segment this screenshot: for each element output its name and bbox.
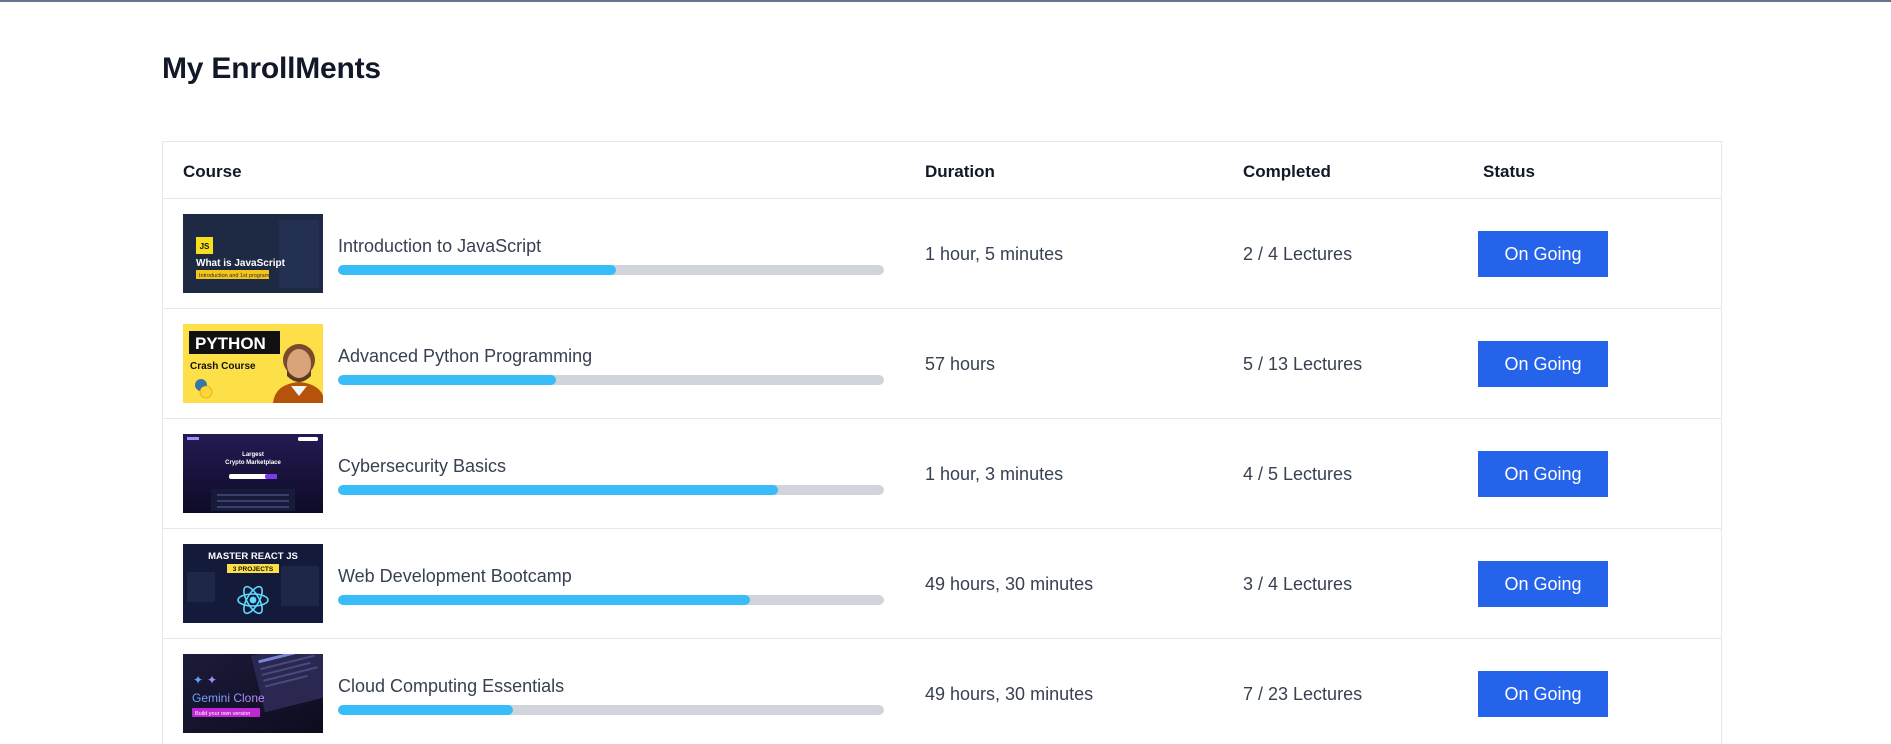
lectures-completed: 4 / 5 Lectures <box>1243 464 1353 484</box>
svg-text:✦: ✦ <box>193 673 203 687</box>
svg-text:Gemini Clone: Gemini Clone <box>192 691 265 705</box>
status-button[interactable]: On Going <box>1478 671 1608 717</box>
course-duration: 57 hours <box>925 354 996 374</box>
table-row: ✦ ✦ Gemini Clone Build your own version … <box>163 639 1721 744</box>
table-row: MASTER REACT JS 3 PROJECTS Web Developme… <box>163 529 1721 639</box>
progress-fill <box>338 485 778 495</box>
course-duration: 1 hour, 3 minutes <box>925 464 1064 484</box>
lectures-completed: 3 / 4 Lectures <box>1243 574 1353 594</box>
course-duration: 49 hours, 30 minutes <box>925 574 1094 594</box>
enrollments-table: Course Duration Completed Status JS What… <box>162 141 1722 744</box>
course-thumbnail[interactable]: ✦ ✦ Gemini Clone Build your own version <box>183 654 323 733</box>
svg-text:Largest: Largest <box>242 452 264 458</box>
status-button[interactable]: On Going <box>1478 231 1608 277</box>
status-button[interactable]: On Going <box>1478 341 1608 387</box>
course-title[interactable]: Introduction to JavaScript <box>338 236 541 257</box>
table-row: PYTHON Crash Course Advanced Python Prog… <box>163 309 1721 419</box>
progress-fill <box>338 375 557 385</box>
svg-text:Crypto Marketplace: Crypto Marketplace <box>225 460 281 466</box>
svg-text:What is JavaScript: What is JavaScript <box>196 258 286 269</box>
progress-fill <box>338 265 617 275</box>
progress-bar <box>338 595 884 605</box>
course-thumbnail[interactable]: PYTHON Crash Course <box>183 324 323 403</box>
status-button[interactable]: On Going <box>1478 451 1608 497</box>
column-header-course: Course <box>183 162 242 181</box>
column-header-completed: Completed <box>1243 162 1331 181</box>
course-duration: 1 hour, 5 minutes <box>925 244 1064 264</box>
svg-text:PYTHON: PYTHON <box>195 334 266 353</box>
column-header-status: Status <box>1483 162 1535 181</box>
course-duration: 49 hours, 30 minutes <box>925 684 1094 704</box>
svg-text:Introduction and 1st program: Introduction and 1st program <box>199 273 270 279</box>
progress-bar <box>338 375 884 385</box>
course-thumbnail[interactable]: JS What is JavaScript Introduction and 1… <box>183 214 323 293</box>
progress-bar <box>338 485 884 495</box>
svg-text:✦: ✦ <box>207 673 217 687</box>
course-title[interactable]: Web Development Bootcamp <box>338 566 572 587</box>
table-row: Largest Crypto Marketplace Cybersecurity… <box>163 419 1721 529</box>
page-title: My EnrollMents <box>162 52 381 85</box>
lectures-completed: 7 / 23 Lectures <box>1243 684 1363 704</box>
course-title[interactable]: Advanced Python Programming <box>338 346 592 367</box>
course-title[interactable]: Cloud Computing Essentials <box>338 676 564 697</box>
svg-text:JS: JS <box>200 242 210 251</box>
course-thumbnail[interactable]: MASTER REACT JS 3 PROJECTS <box>183 544 323 623</box>
lectures-completed: 5 / 13 Lectures <box>1243 354 1363 374</box>
table-header: Course Duration Completed Status <box>163 142 1721 199</box>
svg-text:3 PROJECTS: 3 PROJECTS <box>233 566 274 573</box>
top-divider <box>0 0 1891 2</box>
course-thumbnail[interactable]: Largest Crypto Marketplace <box>183 434 323 513</box>
progress-bar <box>338 705 884 715</box>
svg-text:Build your own version: Build your own version <box>195 711 250 717</box>
column-header-duration: Duration <box>925 162 995 181</box>
progress-bar <box>338 265 884 275</box>
progress-fill <box>338 705 513 715</box>
svg-text:MASTER REACT JS: MASTER REACT JS <box>208 551 298 562</box>
status-button[interactable]: On Going <box>1478 561 1608 607</box>
course-title[interactable]: Cybersecurity Basics <box>338 456 506 477</box>
table-row: JS What is JavaScript Introduction and 1… <box>163 199 1721 309</box>
progress-fill <box>338 595 751 605</box>
svg-text:Crash Course: Crash Course <box>190 361 256 372</box>
lectures-completed: 2 / 4 Lectures <box>1243 244 1353 264</box>
